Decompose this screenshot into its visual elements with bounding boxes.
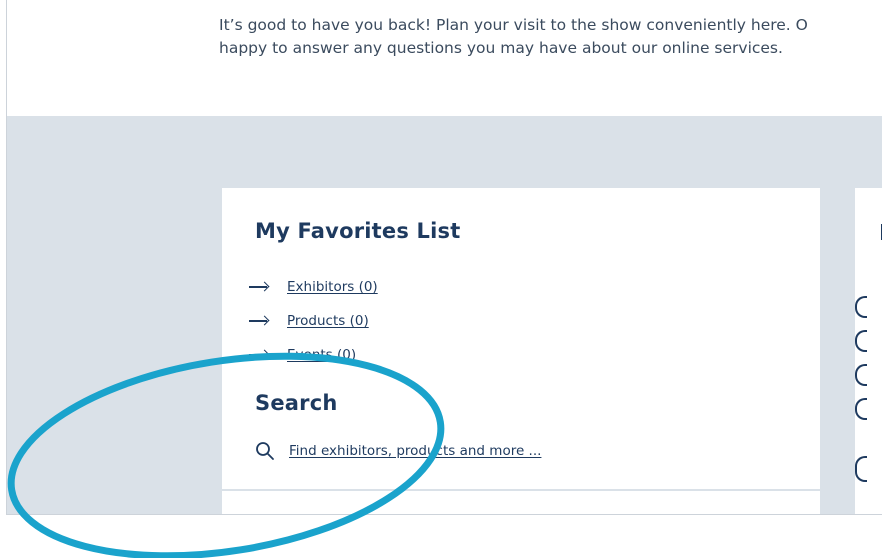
side-card-icon-4 bbox=[855, 398, 867, 420]
side-card-icon-1 bbox=[855, 296, 867, 318]
arrow-right-icon bbox=[249, 282, 269, 292]
products-link[interactable]: Products (0) bbox=[287, 313, 369, 329]
side-card-partial bbox=[855, 188, 882, 514]
events-link[interactable]: Events (0) bbox=[287, 347, 356, 363]
welcome-message: It’s good to have you back! Plan your vi… bbox=[219, 14, 882, 60]
search-row[interactable]: Find exhibitors, products and more ... bbox=[255, 441, 541, 461]
exhibitors-link[interactable]: Exhibitors (0) bbox=[287, 279, 378, 295]
favorites-item-products: Products (0) bbox=[249, 304, 378, 338]
welcome-line-1: It’s good to have you back! Plan your vi… bbox=[219, 16, 808, 34]
favorites-item-events: Events (0) bbox=[249, 338, 378, 372]
arrow-right-icon bbox=[249, 316, 269, 326]
side-card-icon-2 bbox=[855, 330, 867, 352]
favorites-title: My Favorites List bbox=[255, 219, 461, 243]
search-title: Search bbox=[255, 391, 338, 415]
search-link[interactable]: Find exhibitors, products and more ... bbox=[289, 443, 541, 459]
favorites-card: My Favorites List Exhibitors (0) Product… bbox=[222, 188, 820, 498]
side-card-icon-3 bbox=[855, 364, 867, 386]
next-card bbox=[222, 491, 820, 514]
welcome-line-2: happy to answer any questions you may ha… bbox=[219, 39, 783, 57]
favorites-item-exhibitors: Exhibitors (0) bbox=[249, 270, 378, 304]
search-icon bbox=[256, 442, 274, 460]
page-viewport: It’s good to have you back! Plan your vi… bbox=[6, 0, 882, 515]
favorites-list: Exhibitors (0) Products (0) Events (0) bbox=[249, 270, 378, 372]
side-card-icon-5 bbox=[855, 456, 867, 482]
arrow-right-icon bbox=[249, 350, 269, 360]
